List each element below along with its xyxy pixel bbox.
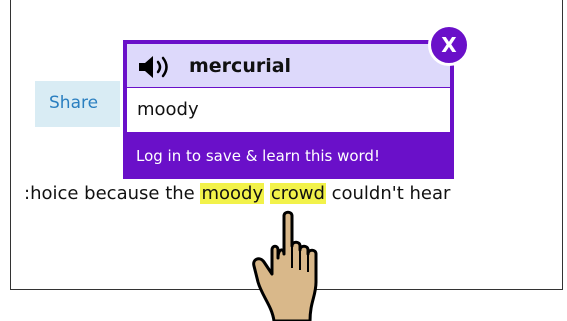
- speaker-icon[interactable]: [137, 54, 177, 80]
- popup-header: mercurial: [127, 44, 450, 88]
- word-popup: mercurial moody Log in to save & learn t…: [123, 40, 454, 179]
- pointing-hand-icon: [252, 210, 318, 321]
- highlighted-word-crowd[interactable]: crowd: [269, 183, 326, 204]
- popup-headword: mercurial: [189, 55, 292, 77]
- popup-definition-box: moody: [127, 88, 450, 132]
- login-save-link[interactable]: Log in to save & learn this word!: [136, 146, 380, 166]
- sentence-text: :hoice because the moody crowd couldn't …: [24, 182, 450, 206]
- share-button[interactable]: Share: [35, 81, 120, 127]
- share-label: Share: [49, 93, 99, 113]
- popup-definition: moody: [137, 99, 199, 120]
- highlighted-word-moody[interactable]: moody: [200, 183, 265, 204]
- sentence-between: [264, 183, 270, 204]
- close-button[interactable]: X: [428, 24, 470, 66]
- sentence-after: couldn't hear: [325, 183, 451, 204]
- sentence-before: :hoice because the: [24, 183, 201, 204]
